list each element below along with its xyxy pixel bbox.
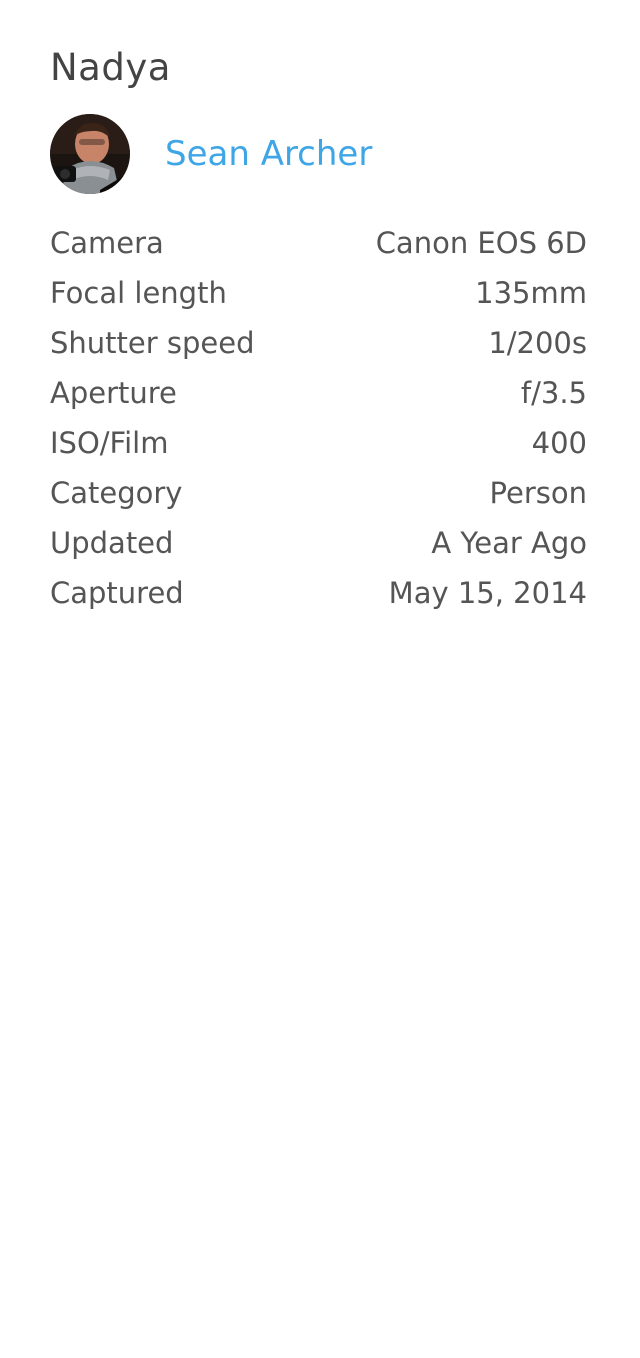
detail-value: 1/200s [488, 326, 587, 360]
photo-details-list: Camera Canon EOS 6D Focal length 135mm S… [50, 218, 587, 618]
detail-row-aperture: Aperture f/3.5 [50, 368, 587, 418]
detail-label: Updated [50, 526, 174, 560]
detail-row-category: Category Person [50, 468, 587, 518]
detail-value: A Year Ago [431, 526, 587, 560]
detail-label: Category [50, 476, 183, 510]
detail-value: May 15, 2014 [388, 576, 587, 610]
detail-value: f/3.5 [520, 376, 587, 410]
author-name-link[interactable]: Sean Archer [165, 134, 372, 174]
detail-value: 135mm [475, 276, 587, 310]
detail-row-camera: Camera Canon EOS 6D [50, 218, 587, 268]
detail-row-captured: Captured May 15, 2014 [50, 568, 587, 618]
detail-label: Camera [50, 226, 164, 260]
detail-label: ISO/Film [50, 426, 169, 460]
avatar-photo-icon [50, 114, 130, 194]
detail-label: Focal length [50, 276, 227, 310]
detail-label: Captured [50, 576, 184, 610]
detail-row-shutter-speed: Shutter speed 1/200s [50, 318, 587, 368]
author-link[interactable]: Sean Archer [50, 114, 587, 194]
detail-row-updated: Updated A Year Ago [50, 518, 587, 568]
photo-info-panel: Nadya Sean Archer Camera Canon EOS 6D Fo… [50, 0, 587, 618]
detail-label: Shutter speed [50, 326, 255, 360]
author-avatar[interactable] [50, 114, 130, 194]
detail-label: Aperture [50, 376, 177, 410]
photo-title: Nadya [50, 46, 171, 89]
detail-value: Person [489, 476, 587, 510]
detail-row-focal-length: Focal length 135mm [50, 268, 587, 318]
detail-value: 400 [531, 426, 587, 460]
detail-value: Canon EOS 6D [375, 226, 587, 260]
detail-row-iso-film: ISO/Film 400 [50, 418, 587, 468]
